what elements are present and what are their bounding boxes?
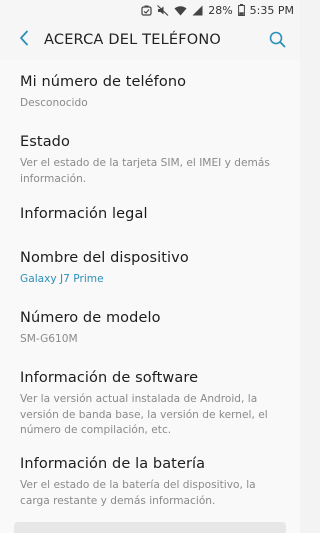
battery-icon xyxy=(237,4,245,16)
battery-percent: 28% xyxy=(208,3,233,17)
list-item-subtitle: Desconocido xyxy=(20,97,88,109)
list-item-subtitle: Galaxy J7 Prime xyxy=(20,273,104,285)
list-item-subtitle: Ver el estado de la tarjeta SIM, el IMEI… xyxy=(20,157,270,185)
status-bar: 28% 5:35 PM xyxy=(0,0,300,20)
search-button[interactable] xyxy=(264,28,290,54)
list-item-device-name[interactable]: Nombre del dispositivo Galaxy J7 Prime xyxy=(0,248,300,288)
next-item-peek[interactable] xyxy=(14,522,286,533)
back-arrow-icon xyxy=(18,30,30,50)
search-icon xyxy=(269,31,286,52)
list-item-battery-info[interactable]: Información de la batería Ver el estado … xyxy=(0,454,300,509)
list-item-title: Mi número de teléfono xyxy=(20,74,187,90)
list-item-subtitle: Ver el estado de la batería del disposit… xyxy=(20,479,256,507)
list-item-title: Número de modelo xyxy=(20,310,161,326)
list-item-legal-info[interactable]: Información legal xyxy=(0,204,300,224)
mute-icon xyxy=(157,4,169,16)
list-item-subtitle: Ver la versión actual instalada de Andro… xyxy=(20,393,268,436)
list-item-title: Información legal xyxy=(20,206,148,222)
list-item-phone-number[interactable]: Mi número de teléfono Desconocido xyxy=(0,72,300,112)
list-item-title: Información de software xyxy=(20,370,199,386)
clock: 5:35 PM xyxy=(249,3,294,17)
notification-icon xyxy=(141,5,152,16)
list-item-title: Estado xyxy=(20,134,70,150)
wifi-icon xyxy=(174,5,187,16)
signal-icon xyxy=(192,5,203,16)
list-item-model-number[interactable]: Número de modelo SM-G610M xyxy=(0,308,300,348)
list-item-software-info[interactable]: Información de software Ver la versión a… xyxy=(0,368,300,439)
list-item-title: Nombre del dispositivo xyxy=(20,250,189,266)
list-item-title: Información de la batería xyxy=(20,456,206,472)
app-bar: ACERCA DEL TELÉFONO xyxy=(0,20,300,60)
list-item-subtitle: SM-G610M xyxy=(20,333,78,345)
back-button[interactable] xyxy=(6,20,42,60)
list-item-status[interactable]: Estado Ver el estado de la tarjeta SIM, … xyxy=(0,132,300,187)
page-title: ACERCA DEL TELÉFONO xyxy=(44,32,222,48)
settings-list: Mi número de teléfono Desconocido Estado… xyxy=(0,60,300,533)
